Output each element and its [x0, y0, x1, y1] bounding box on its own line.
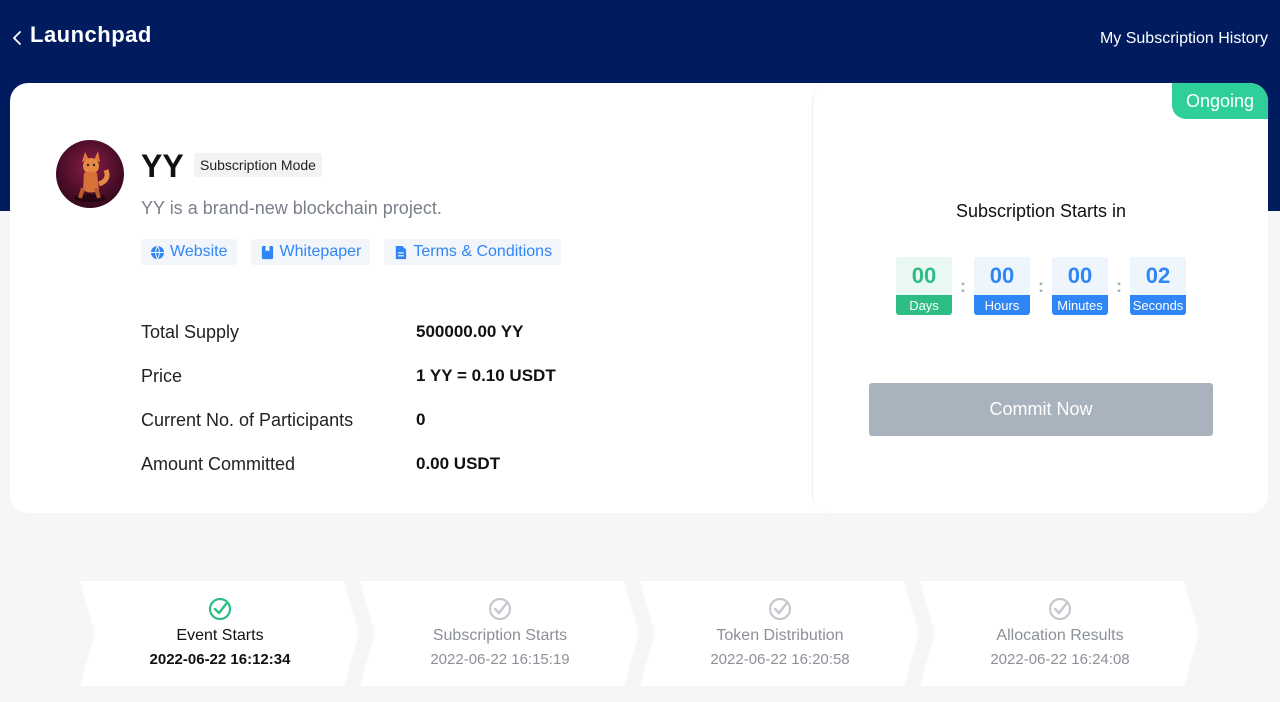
check-circle-icon [768, 597, 792, 621]
whitepaper-link[interactable]: Whitepaper [250, 239, 371, 265]
commit-now-button[interactable]: Commit Now [869, 383, 1213, 436]
total-supply-label: Total Supply [141, 321, 240, 342]
website-link-label: Website [170, 243, 228, 260]
countdown-seconds-value: 02 [1145, 263, 1171, 288]
countdown-minutes-label: Minutes [1052, 295, 1108, 315]
countdown-minutes-value: 00 [1067, 263, 1093, 288]
timeline-step-token-distribution: Token Distribution 2022-06-22 16:20:58 [640, 581, 920, 686]
countdown-hours-label: Hours [974, 295, 1030, 315]
terms-link[interactable]: Terms & Conditions [384, 239, 562, 265]
countdown-days: 00 Days [896, 257, 952, 315]
step-date: 2022-06-22 16:20:58 [710, 651, 850, 668]
fox-icon [74, 151, 110, 202]
check-circle-icon [1048, 597, 1072, 621]
countdown-seconds: 02 Seconds [1130, 257, 1186, 315]
status-badge: Ongoing [1172, 83, 1268, 119]
step-date: 2022-06-22 16:24:08 [990, 651, 1130, 668]
countdown-title: Subscription Starts in [955, 201, 1127, 221]
project-description: YY is a brand-new blockchain project. [141, 198, 442, 218]
amount-committed-value: 0.00 USDT [416, 454, 501, 473]
participants-label: Current No. of Participants [141, 409, 354, 430]
timeline-step-allocation-results: Allocation Results 2022-06-22 16:24:08 [920, 581, 1200, 686]
subscription-panel: Ongoing Subscription Starts in 00 Days :… [812, 83, 1268, 513]
info-row: Amount Committed 0.00 USDT [141, 442, 701, 486]
document-icon [396, 245, 407, 259]
mode-badge: Subscription Mode [194, 153, 322, 177]
step-name: Event Starts [176, 627, 264, 644]
project-links: Website Whitepaper Terms & Conditions [141, 239, 562, 265]
amount-committed-label: Amount Committed [141, 453, 296, 474]
info-row: Current No. of Participants 0 [141, 398, 701, 442]
countdown-separator: : [1116, 275, 1122, 296]
price-label: Price [141, 365, 183, 386]
countdown-days-label: Days [896, 295, 952, 315]
step-name: Allocation Results [996, 627, 1124, 644]
countdown-minutes: 00 Minutes [1052, 257, 1108, 315]
project-name: YY [141, 148, 184, 184]
check-circle-icon [488, 597, 512, 621]
timeline-step-event-starts: Event Starts 2022-06-22 16:12:34 [80, 581, 360, 686]
whitepaper-link-label: Whitepaper [279, 243, 362, 260]
countdown-seconds-label: Seconds [1130, 295, 1186, 315]
terms-link-label: Terms & Conditions [413, 243, 553, 260]
globe-icon [150, 245, 165, 259]
countdown-hours: 00 Hours [974, 257, 1030, 315]
subscription-history-link[interactable]: My Subscription History [1100, 30, 1268, 48]
project-card: YY Subscription Mode YY is a brand-new b… [10, 83, 1268, 513]
timeline-step-subscription-starts: Subscription Starts 2022-06-22 16:15:19 [360, 581, 640, 686]
back-button[interactable] [10, 27, 26, 49]
info-row: Total Supply 500000.00 YY [141, 310, 701, 354]
countdown-days-value: 00 [911, 263, 937, 288]
project-info-table: Total Supply 500000.00 YY Price 1 YY = 0… [141, 310, 701, 486]
countdown-hours-value: 00 [989, 263, 1015, 288]
book-icon [261, 245, 273, 259]
participants-value: 0 [416, 410, 426, 429]
info-row: Price 1 YY = 0.10 USDT [141, 354, 701, 398]
chevron-left-icon [13, 31, 21, 45]
timeline: Event Starts 2022-06-22 16:12:34 Subscri… [80, 581, 1200, 686]
step-name: Subscription Starts [432, 627, 568, 644]
project-avatar [56, 140, 124, 208]
step-date: 2022-06-22 16:15:19 [430, 651, 570, 668]
step-date: 2022-06-22 16:12:34 [149, 651, 291, 668]
website-link[interactable]: Website [141, 239, 237, 265]
countdown-separator: : [1038, 275, 1044, 296]
page-title: Launchpad [30, 22, 152, 47]
price-value: 1 YY = 0.10 USDT [416, 366, 556, 385]
step-name: Token Distribution [716, 627, 844, 644]
total-supply-value: 500000.00 YY [416, 322, 524, 341]
check-circle-icon [208, 597, 232, 621]
countdown-separator: : [960, 275, 966, 296]
countdown-timer: 00 Days : 00 Hours : 00 Minutes : 02 Sec… [896, 257, 1186, 315]
